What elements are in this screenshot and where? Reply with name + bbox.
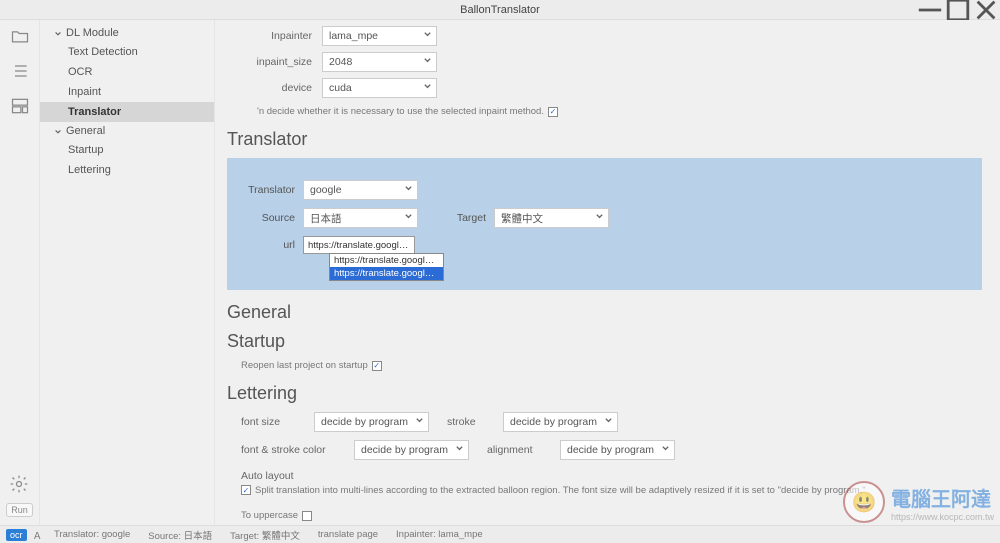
list-icon[interactable] <box>10 61 30 84</box>
chevron-down-icon <box>423 82 432 94</box>
statusbar: ocr Ａ Translator: google Source: 日本語 Tar… <box>0 525 1000 543</box>
settings-tree: DL Module Text Detection OCR Inpaint Tra… <box>40 20 215 525</box>
inpainter-select[interactable]: lama_mpe <box>322 26 437 46</box>
chevron-down-icon <box>404 184 413 196</box>
alignment-label: alignment <box>487 444 542 456</box>
minimize-button[interactable] <box>916 0 944 20</box>
tree-item-ocr[interactable]: OCR <box>40 62 214 82</box>
inpaint-note-checkbox[interactable]: ✓ <box>548 107 558 117</box>
chevron-down-icon <box>54 29 62 37</box>
inpaint-size-select[interactable]: 2048 <box>322 52 437 72</box>
uppercase-checkbox[interactable] <box>302 511 312 521</box>
stroke-select[interactable]: decide by program <box>503 412 618 432</box>
url-label: url <box>243 239 303 251</box>
autolayout-note: Split translation into multi-lines accor… <box>255 485 866 496</box>
fontsize-label: font size <box>241 416 296 428</box>
source-select[interactable]: 日本語 <box>303 208 418 228</box>
general-heading: General <box>227 302 982 323</box>
tree-item-translator[interactable]: Translator <box>40 102 214 122</box>
status-inpainter[interactable]: Inpainter: lama_mpe <box>390 529 489 540</box>
chevron-down-icon <box>423 56 432 68</box>
url-option-1[interactable]: https://translate.google.com/m <box>330 267 443 280</box>
inpainter-label: Inpainter <box>247 30 322 42</box>
url-input[interactable]: https://translate.google.com/m <box>303 236 415 254</box>
reopen-checkbox[interactable]: ✓ <box>372 361 382 371</box>
url-dropdown-popup[interactable]: https://translate.google.cn/m https://tr… <box>329 253 444 281</box>
source-label: Source <box>243 212 303 224</box>
translator-select[interactable]: google <box>303 180 418 200</box>
maximize-button[interactable] <box>944 0 972 20</box>
autolayout-label: Auto layout <box>241 470 982 482</box>
status-translator[interactable]: Translator: google <box>48 529 136 540</box>
autolayout-checkbox[interactable]: ✓ <box>241 485 251 495</box>
target-label: Target <box>448 212 494 224</box>
ocr-badge[interactable]: ocr <box>6 529 27 541</box>
inpaint-size-label: inpaint_size <box>247 56 322 68</box>
chevron-down-icon <box>404 212 413 224</box>
activity-bar: Run <box>0 20 40 525</box>
window-title: BallonTranslator <box>460 4 540 16</box>
tree-item-lettering[interactable]: Lettering <box>40 160 214 180</box>
fontstrokecolor-label: font & stroke color <box>241 444 336 456</box>
chevron-down-icon <box>595 212 604 224</box>
tree-item-startup[interactable]: Startup <box>40 140 214 160</box>
lettering-heading: Lettering <box>227 383 982 404</box>
device-label: device <box>247 82 322 94</box>
chevron-down-icon <box>415 416 424 428</box>
tree-item-inpaint[interactable]: Inpaint <box>40 82 214 102</box>
uppercase-label: To uppercase <box>241 510 298 521</box>
startup-heading: Startup <box>227 331 982 352</box>
open-folder-icon[interactable] <box>10 26 30 49</box>
layout-icon[interactable] <box>10 96 30 119</box>
run-button[interactable]: Run <box>6 503 33 517</box>
chevron-down-icon <box>54 127 62 135</box>
settings-icon[interactable] <box>9 474 29 497</box>
chevron-down-icon <box>423 30 432 42</box>
stroke-label: stroke <box>447 416 485 428</box>
status-target[interactable]: Target: 繁體中文 <box>224 528 306 542</box>
close-button[interactable] <box>972 0 1000 20</box>
inpaint-note: 'n decide whether it is necessary to use… <box>257 106 544 117</box>
chevron-down-icon <box>604 416 613 428</box>
alignment-select[interactable]: decide by program <box>560 440 675 460</box>
url-option-0[interactable]: https://translate.google.cn/m <box>330 254 443 267</box>
translator-label: Translator <box>243 184 303 196</box>
translator-heading: Translator <box>227 129 982 150</box>
text-mode-icon[interactable]: Ａ <box>33 528 43 542</box>
chevron-down-icon <box>661 444 670 456</box>
tree-group-general[interactable]: General <box>40 122 214 140</box>
chevron-down-icon <box>455 444 464 456</box>
fontstrokecolor-select[interactable]: decide by program <box>354 440 469 460</box>
status-translate-page[interactable]: translate page <box>312 529 384 540</box>
tree-group-dl-module[interactable]: DL Module <box>40 24 214 42</box>
device-select[interactable]: cuda <box>322 78 437 98</box>
target-select[interactable]: 繁體中文 <box>494 208 609 228</box>
titlebar: BallonTranslator <box>0 0 1000 20</box>
fontsize-select[interactable]: decide by program <box>314 412 429 432</box>
reopen-label: Reopen last project on startup <box>241 360 368 371</box>
status-source[interactable]: Source: 日本語 <box>142 528 218 542</box>
tree-item-text-detection[interactable]: Text Detection <box>40 42 214 62</box>
